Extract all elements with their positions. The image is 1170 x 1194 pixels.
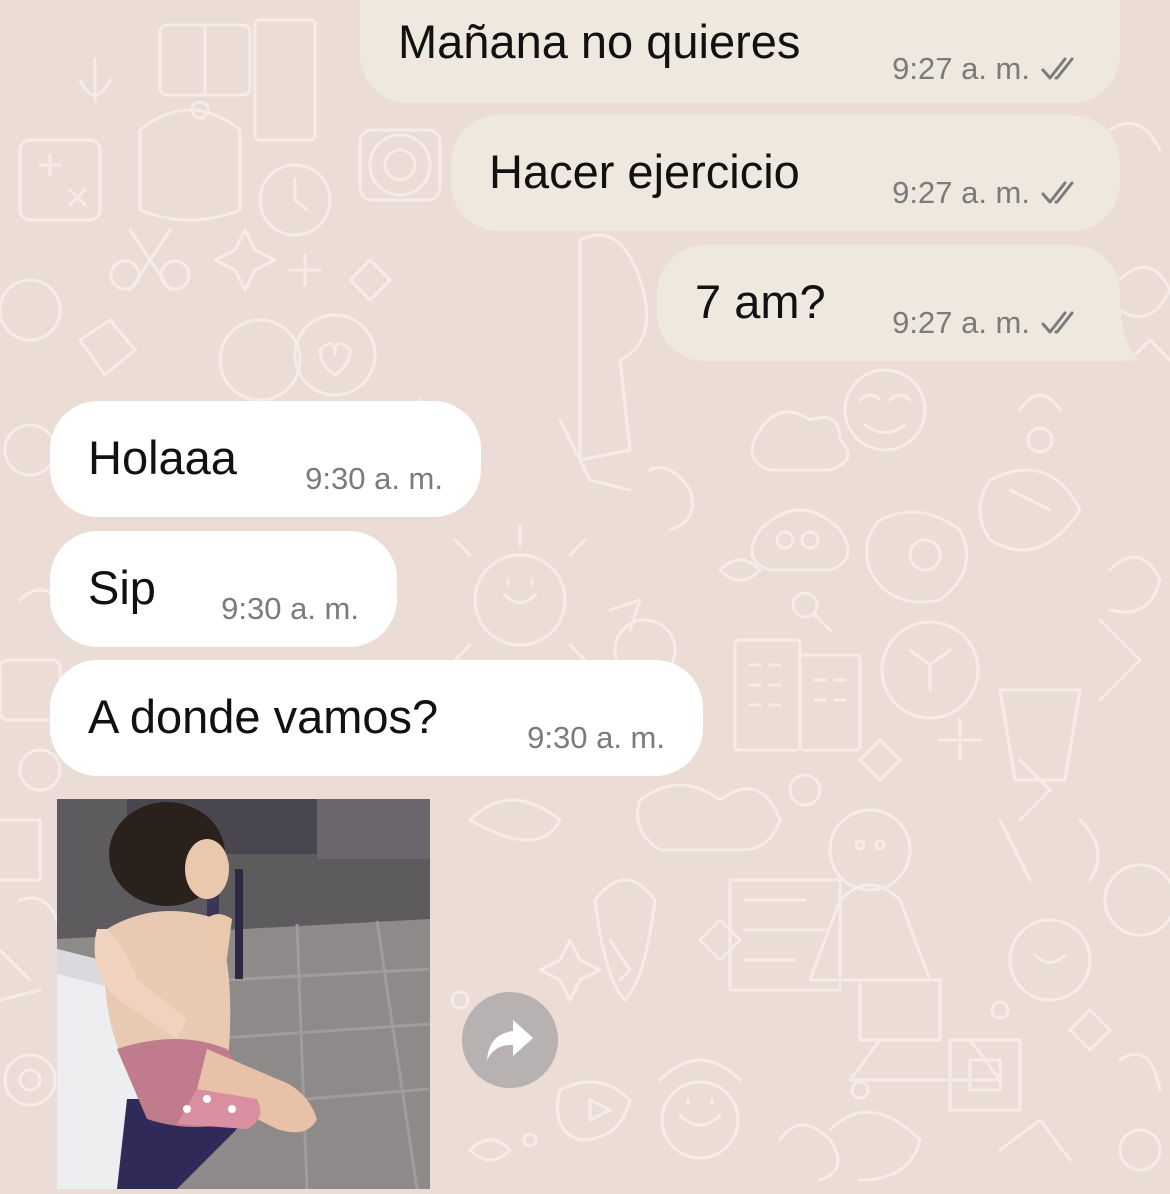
bubble-tail — [1100, 300, 1138, 361]
message-text: Sip — [88, 561, 156, 614]
outgoing-message[interactable]: Hacer ejercicio 9:27 a. m. — [451, 115, 1120, 231]
forward-button[interactable] — [462, 992, 558, 1088]
message-meta: 9:30 a. m. — [527, 720, 665, 756]
message-time: 9:30 a. m. — [527, 720, 665, 755]
outgoing-message[interactable]: 7 am? 9:27 a. m. — [657, 245, 1120, 361]
message-time: 9:30 a. m. — [305, 461, 443, 496]
message-text: 7 am? — [695, 275, 826, 328]
double-check-icon — [1041, 311, 1074, 334]
message-time: 9:27 a. m. — [892, 175, 1030, 210]
message-time: 9:27 a. m. — [892, 51, 1030, 86]
message-time: 9:30 a. m. — [221, 591, 359, 626]
gif-preview-image — [57, 799, 430, 1189]
message-meta: 9:27 a. m. — [892, 305, 1082, 341]
message-meta: 9:30 a. m. — [305, 461, 443, 497]
incoming-message[interactable]: A donde vamos? 9:30 a. m. — [50, 660, 703, 776]
message-meta: 9:27 a. m. — [892, 175, 1082, 211]
forward-icon — [487, 1020, 533, 1060]
message-text: Mañana no quieres — [398, 15, 801, 68]
incoming-message[interactable]: Holaaa 9:30 a. m. — [50, 401, 481, 517]
message-meta: 9:30 a. m. — [221, 591, 359, 627]
message-text: Holaaa — [88, 431, 237, 484]
gif-media-message[interactable] — [57, 799, 430, 1189]
double-check-icon — [1041, 181, 1074, 204]
message-meta: 9:27 a. m. — [892, 51, 1082, 87]
message-time: 9:27 a. m. — [892, 305, 1030, 340]
incoming-message[interactable]: Sip 9:30 a. m. — [50, 531, 397, 647]
message-text: A donde vamos? — [88, 690, 439, 743]
outgoing-message[interactable]: Mañana no quieres 9:27 a. m. — [360, 0, 1120, 103]
message-text: Hacer ejercicio — [489, 145, 800, 198]
double-check-icon — [1041, 57, 1074, 80]
